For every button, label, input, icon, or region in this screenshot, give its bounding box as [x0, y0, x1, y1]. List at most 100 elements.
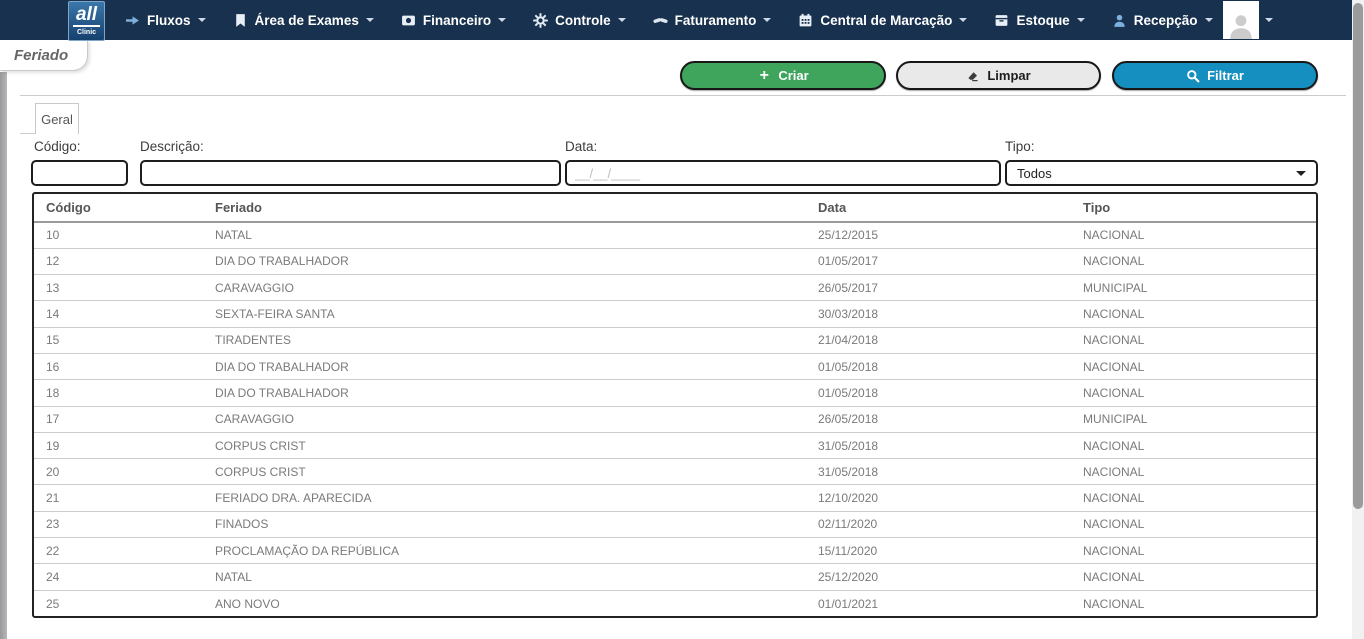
- menu-item-recepcao[interactable]: Recepção: [1112, 13, 1213, 28]
- cell-codigo: 16: [34, 353, 203, 379]
- page-title: Feriado: [14, 47, 68, 64]
- app-logo-subtext: Clinic: [69, 29, 104, 36]
- cell-codigo: 21: [34, 485, 203, 511]
- cell-feriado: DIA DO TRABALHADOR: [203, 248, 806, 274]
- cell-data: 31/05/2018: [806, 459, 1071, 485]
- tab-geral[interactable]: Geral: [35, 103, 79, 134]
- table-row[interactable]: 10 NATAL 25/12/2015 NACIONAL: [34, 222, 1316, 248]
- chevron-down-icon: [618, 18, 626, 22]
- cell-tipo: NACIONAL: [1071, 248, 1316, 274]
- search-icon: [1186, 69, 1200, 83]
- cell-data: 21/04/2018: [806, 327, 1071, 353]
- holidays-table: Código Feriado Data Tipo 10 NATAL 25/12/…: [32, 192, 1318, 618]
- plus-icon: +: [757, 69, 771, 83]
- cell-codigo: 15: [34, 327, 203, 353]
- cell-data: 01/05/2018: [806, 380, 1071, 406]
- cell-tipo: NACIONAL: [1071, 380, 1316, 406]
- cell-tipo: NACIONAL: [1071, 511, 1316, 537]
- table-row[interactable]: 12 DIA DO TRABALHADOR 01/05/2017 NACIONA…: [34, 248, 1316, 274]
- create-button-label: Criar: [778, 68, 808, 83]
- column-header-feriado: Feriado: [203, 194, 806, 222]
- filter-button-label: Filtrar: [1207, 68, 1244, 83]
- table-row[interactable]: 23 FINADOS 02/11/2020 NACIONAL: [34, 511, 1316, 537]
- table-row[interactable]: 24 NATAL 25/12/2020 NACIONAL: [34, 564, 1316, 590]
- cell-tipo: NACIONAL: [1071, 538, 1316, 564]
- table-row[interactable]: 25 ANO NOVO 01/01/2021 NACIONAL: [34, 590, 1316, 616]
- chevron-down-icon: [1296, 171, 1306, 176]
- menu-item-estoque[interactable]: Estoque: [994, 13, 1084, 28]
- create-button[interactable]: + Criar: [680, 61, 886, 90]
- menu-item-faturamento[interactable]: Faturamento: [653, 13, 772, 28]
- person-icon: [1112, 13, 1127, 28]
- codigo-label: Código:: [34, 139, 81, 154]
- cell-codigo: 22: [34, 538, 203, 564]
- menu-item-central-de-marcacao[interactable]: Central de Marcação: [798, 13, 967, 28]
- column-header-codigo: Código: [34, 194, 203, 222]
- cell-tipo: NACIONAL: [1071, 353, 1316, 379]
- codigo-input[interactable]: [31, 160, 128, 186]
- left-edge-strip: [0, 72, 7, 639]
- table-row[interactable]: 16 DIA DO TRABALHADOR 01/05/2018 NACIONA…: [34, 353, 1316, 379]
- cell-codigo: 19: [34, 432, 203, 458]
- tipo-select-value: Todos: [1017, 166, 1052, 181]
- money-icon: [401, 13, 416, 28]
- table-row[interactable]: 21 FERIADO DRA. APARECIDA 12/10/2020 NAC…: [34, 485, 1316, 511]
- cell-codigo: 17: [34, 406, 203, 432]
- descricao-input[interactable]: [140, 160, 561, 186]
- chevron-down-icon: [198, 18, 206, 22]
- table-row[interactable]: 15 TIRADENTES 21/04/2018 NACIONAL: [34, 327, 1316, 353]
- table-row[interactable]: 17 CARAVAGGIO 26/05/2018 MUNICIPAL: [34, 406, 1316, 432]
- page-title-tab: Feriado: [0, 40, 88, 71]
- bookmark-icon: [233, 13, 248, 28]
- table-row[interactable]: 19 CORPUS CRIST 31/05/2018 NACIONAL: [34, 432, 1316, 458]
- app-logo[interactable]: all Clinic: [68, 1, 105, 41]
- tab-geral-label: Geral: [41, 112, 73, 127]
- cell-data: 26/05/2018: [806, 406, 1071, 432]
- user-menu[interactable]: [1223, 0, 1273, 40]
- cell-feriado: TIRADENTES: [203, 327, 806, 353]
- cell-data: 30/03/2018: [806, 301, 1071, 327]
- cell-tipo: NACIONAL: [1071, 459, 1316, 485]
- cell-feriado: CARAVAGGIO: [203, 406, 806, 432]
- cell-codigo: 20: [34, 459, 203, 485]
- cell-tipo: NACIONAL: [1071, 564, 1316, 590]
- cell-feriado: NATAL: [203, 222, 806, 248]
- chevron-down-icon: [1265, 18, 1273, 22]
- calendar-icon: [798, 13, 813, 28]
- table-row[interactable]: 22 PROCLAMAÇÃO DA REPÚBLICA 15/11/2020 N…: [34, 538, 1316, 564]
- cell-data: 02/11/2020: [806, 511, 1071, 537]
- cell-feriado: DIA DO TRABALHADOR: [203, 353, 806, 379]
- cell-data: 25/12/2020: [806, 564, 1071, 590]
- cell-data: 25/12/2015: [806, 222, 1071, 248]
- chevron-down-icon: [366, 18, 374, 22]
- tipo-select[interactable]: Todos: [1005, 160, 1318, 186]
- cell-tipo: MUNICIPAL: [1071, 275, 1316, 301]
- table-row[interactable]: 13 CARAVAGGIO 26/05/2017 MUNICIPAL: [34, 275, 1316, 301]
- top-navbar: all Clinic Fluxos Área de Exames Finance…: [0, 0, 1352, 40]
- vertical-scrollbar[interactable]: [1352, 0, 1364, 639]
- cell-data: 12/10/2020: [806, 485, 1071, 511]
- data-input[interactable]: [565, 160, 1001, 186]
- cell-tipo: NACIONAL: [1071, 485, 1316, 511]
- filter-button[interactable]: Filtrar: [1112, 61, 1318, 90]
- menu-item-financeiro[interactable]: Financeiro: [401, 13, 506, 28]
- column-header-data: Data: [806, 194, 1071, 222]
- tipo-label: Tipo:: [1005, 139, 1035, 154]
- cell-feriado: FINADOS: [203, 511, 806, 537]
- menu-item-fluxos[interactable]: Fluxos: [125, 13, 206, 28]
- table-row[interactable]: 18 DIA DO TRABALHADOR 01/05/2018 NACIONA…: [34, 380, 1316, 406]
- menu-item-area-de-exames[interactable]: Área de Exames: [233, 13, 374, 28]
- scrollbar-thumb[interactable]: [1353, 3, 1363, 509]
- cell-tipo: NACIONAL: [1071, 590, 1316, 616]
- clear-button[interactable]: Limpar: [896, 61, 1101, 90]
- table-row[interactable]: 14 SEXTA-FEIRA SANTA 30/03/2018 NACIONAL: [34, 301, 1316, 327]
- descricao-label: Descrição:: [140, 139, 204, 154]
- table-row[interactable]: 20 CORPUS CRIST 31/05/2018 NACIONAL: [34, 459, 1316, 485]
- tab-underline: [20, 133, 35, 134]
- cell-data: 01/05/2018: [806, 353, 1071, 379]
- menu-item-controle[interactable]: Controle: [533, 13, 626, 28]
- user-avatar-icon: [1223, 1, 1259, 39]
- handshake-icon: [653, 13, 668, 28]
- cell-codigo: 14: [34, 301, 203, 327]
- gear-icon: [533, 13, 548, 28]
